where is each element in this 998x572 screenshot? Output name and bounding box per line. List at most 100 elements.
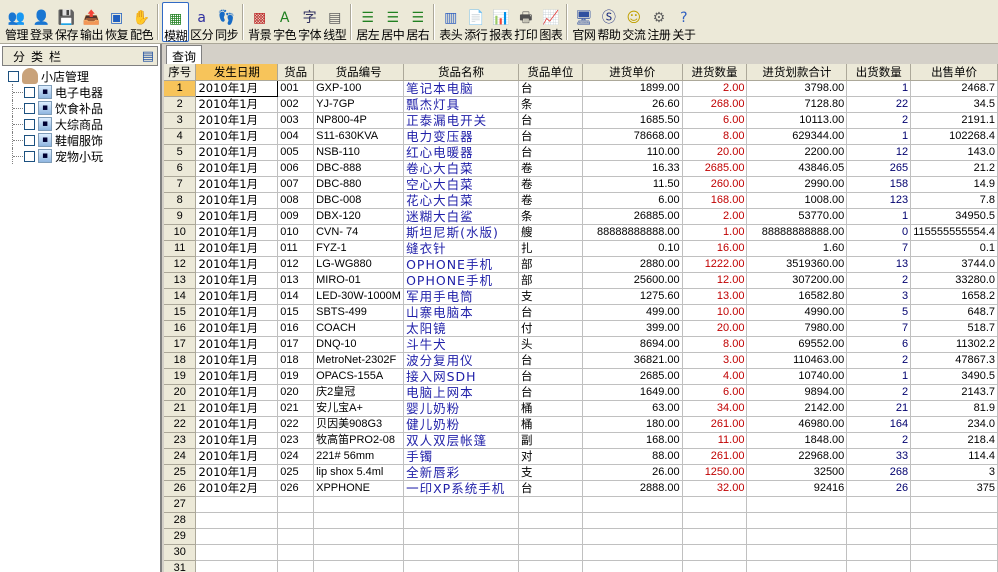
- table-cell[interactable]: 115555555554.4: [910, 224, 998, 241]
- table-cell[interactable]: 123: [846, 192, 912, 209]
- table-cell[interactable]: 0.1: [910, 240, 998, 257]
- table-cell[interactable]: 12: [846, 144, 912, 161]
- table-cell[interactable]: 2010年1月: [195, 400, 279, 417]
- table-cell[interactable]: 花心大白菜: [403, 192, 519, 209]
- table-cell[interactable]: 2010年1月: [195, 224, 279, 241]
- table-cell[interactable]: NSB-110: [313, 144, 405, 161]
- table-cell[interactable]: 261.00: [682, 416, 748, 433]
- table-cell[interactable]: 部: [518, 272, 583, 289]
- table-cell[interactable]: 019: [277, 368, 315, 385]
- table-cell[interactable]: 条: [518, 208, 583, 225]
- table-cell[interactable]: 红心电暖器: [403, 144, 519, 161]
- table-cell[interactable]: 16.00: [682, 240, 748, 257]
- table-cell[interactable]: YJ-7GP: [313, 96, 405, 113]
- table-row[interactable]: 20 2010年1月 020 庆2皇冠 电脑上网本台 1649.00 6.00 9894.00…: [164, 384, 998, 401]
- table-cell[interactable]: [313, 512, 405, 529]
- table-cell[interactable]: 桶: [518, 416, 583, 433]
- grid-scroll-area[interactable]: 序号 发生日期 货品 货品编号 货品名称 货品单位 进货单价 进货数量 进货划款合计 出货数量 出售…: [164, 64, 998, 572]
- table-cell[interactable]: 台: [518, 144, 583, 161]
- root-checkbox[interactable]: [8, 70, 19, 82]
- table-cell[interactable]: 21: [846, 400, 912, 417]
- table-cell[interactable]: 6: [846, 336, 912, 353]
- table-cell[interactable]: 3490.5: [910, 368, 998, 385]
- font-color-button[interactable]: A 字色: [272, 2, 297, 42]
- table-cell[interactable]: 110.00: [582, 144, 683, 161]
- table-cell[interactable]: 2010年1月: [195, 208, 279, 225]
- table-cell[interactable]: 005: [277, 144, 315, 161]
- table-row[interactable]: 11 2010年1月 011 FYZ-1 缝衣针扎 0.10 16.00 1.60 7 0.1: [164, 240, 998, 257]
- table-cell[interactable]: 婴儿奶粉: [403, 400, 519, 417]
- table-cell[interactable]: 8.00: [682, 336, 748, 353]
- table-cell[interactable]: [746, 560, 848, 572]
- table-cell[interactable]: DBX-120: [313, 208, 405, 225]
- table-cell[interactable]: 168.00: [582, 432, 683, 449]
- tree-item-checkbox[interactable]: [24, 102, 35, 114]
- table-cell[interactable]: 2010年1月: [195, 176, 279, 193]
- table-cell[interactable]: 1.00: [682, 224, 748, 241]
- table-row[interactable]: 5 2010年1月 005 NSB-110 红心电暖器台 110.00 20.00 2200.…: [164, 144, 998, 161]
- table-cell[interactable]: 2010年1月: [195, 144, 279, 161]
- table-cell[interactable]: 53770.00: [746, 208, 848, 225]
- table-cell[interactable]: 025: [277, 464, 315, 481]
- table-cell[interactable]: 020: [277, 384, 315, 401]
- table-cell[interactable]: 004: [277, 128, 315, 145]
- tree-item[interactable]: ▪ 宠物小玩: [8, 148, 160, 164]
- table-row[interactable]: 16 2010年1月 016 COACH 太阳镜付 399.00 20.00 7980.00 7…: [164, 320, 998, 337]
- table-row[interactable]: 8 2010年1月 008 DBC-008 花心大白菜卷 6.00 168.00 1008.0…: [164, 192, 998, 209]
- table-cell[interactable]: 7.8: [910, 192, 998, 209]
- table-cell[interactable]: 2010年1月: [195, 192, 279, 209]
- table-cell[interactable]: MetroNet-2302F: [313, 352, 405, 369]
- table-cell[interactable]: COACH: [313, 320, 405, 337]
- align-center-button[interactable]: ☰ 居中: [380, 2, 405, 42]
- table-cell[interactable]: 台: [518, 352, 583, 369]
- table-cell[interactable]: 2010年1月: [195, 128, 279, 145]
- table-cell[interactable]: [195, 544, 279, 561]
- table-cell[interactable]: 164: [846, 416, 912, 433]
- table-row[interactable]: 24 2010年1月 024 221# 56mm 手镯对 88.00 261.00 22968…: [164, 448, 998, 465]
- table-cell[interactable]: [910, 544, 998, 561]
- table-cell[interactable]: 接入网SDH: [403, 368, 519, 385]
- table-row[interactable]: 14 2010年1月 014 LED-30W-1000M 军用手电筒支 1275.60 13…: [164, 288, 998, 305]
- table-cell[interactable]: 1250.00: [682, 464, 748, 481]
- table-cell[interactable]: 260.00: [682, 176, 748, 193]
- table-cell[interactable]: [682, 528, 748, 545]
- table-cell[interactable]: [195, 528, 279, 545]
- table-cell[interactable]: DBC-888: [313, 160, 405, 177]
- tree-toggle-icon[interactable]: ▤: [142, 49, 154, 64]
- table-cell[interactable]: 168.00: [682, 192, 748, 209]
- table-cell[interactable]: GXP-100: [313, 80, 405, 97]
- table-row[interactable]: 31: [164, 560, 998, 572]
- table-cell[interactable]: 307200.00: [746, 272, 848, 289]
- table-cell[interactable]: 012: [277, 256, 315, 273]
- table-row[interactable]: 3 2010年1月 003 NP800-4P 正泰漏电开关台 1685.50 6.00 101…: [164, 112, 998, 129]
- table-cell[interactable]: 7: [846, 320, 912, 337]
- table-cell[interactable]: 024: [277, 448, 315, 465]
- restore-button[interactable]: ▣ 恢复: [104, 2, 129, 42]
- table-cell[interactable]: 46980.00: [746, 416, 848, 433]
- table-cell[interactable]: 81.9: [910, 400, 998, 417]
- table-cell[interactable]: 8694.00: [582, 336, 683, 353]
- table-cell[interactable]: [582, 496, 683, 513]
- table-cell[interactable]: 2010年1月: [195, 80, 279, 97]
- table-cell[interactable]: 2468.7: [910, 80, 998, 97]
- table-cell[interactable]: 88888888888.00: [582, 224, 683, 241]
- background-button[interactable]: ▩ 背景: [247, 2, 272, 42]
- table-row[interactable]: 28: [164, 512, 998, 529]
- table-row[interactable]: 22 2010年1月 022 贝因美908G3 健儿奶粉桶 180.00 261.00 469…: [164, 416, 998, 433]
- table-cell[interactable]: 158: [846, 176, 912, 193]
- table-cell[interactable]: [195, 560, 279, 572]
- table-cell[interactable]: 399.00: [582, 320, 683, 337]
- register-button[interactable]: ⚙ 注册: [646, 2, 671, 42]
- table-row[interactable]: 29: [164, 528, 998, 545]
- table-cell[interactable]: FYZ-1: [313, 240, 405, 257]
- table-cell[interactable]: 12.00: [682, 272, 748, 289]
- table-cell[interactable]: 015: [277, 304, 315, 321]
- align-right-button[interactable]: ☰ 居右: [405, 2, 430, 42]
- manage-button[interactable]: 👥 管理: [4, 2, 29, 42]
- table-cell[interactable]: 2010年1月: [195, 416, 279, 433]
- table-row[interactable]: 30: [164, 544, 998, 561]
- table-cell[interactable]: [403, 496, 519, 513]
- table-cell[interactable]: 3: [846, 288, 912, 305]
- table-cell[interactable]: 20.00: [682, 320, 748, 337]
- table-cell[interactable]: 26885.00: [582, 208, 683, 225]
